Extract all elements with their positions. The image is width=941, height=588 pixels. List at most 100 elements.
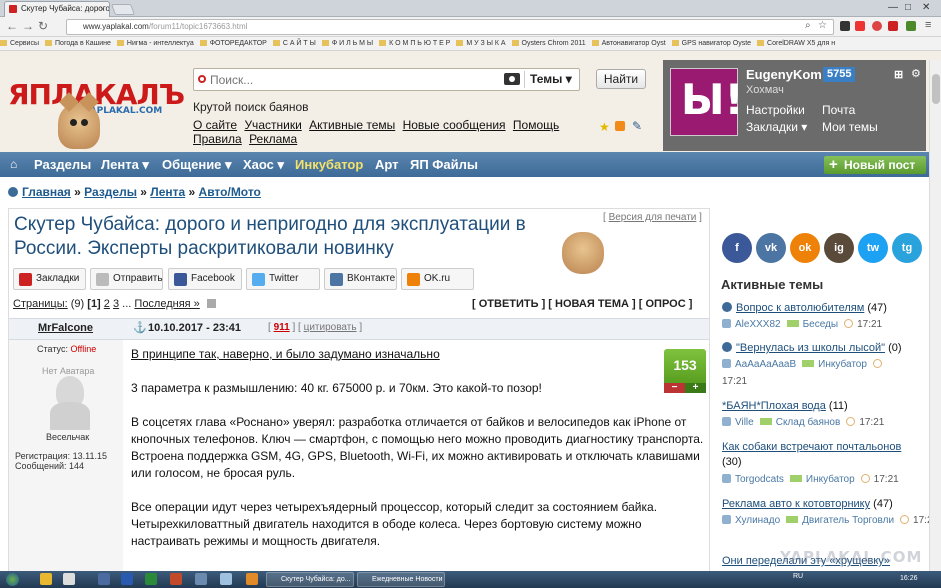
post-number-link[interactable]: 911 xyxy=(274,322,290,333)
topic-user[interactable]: Torgodcats xyxy=(735,474,784,485)
header-link-ads[interactable]: Реклама xyxy=(249,132,297,146)
back-icon[interactable]: ← xyxy=(6,18,18,34)
print-version[interactable]: [ Версия для печати ] xyxy=(603,212,702,223)
header-link-new-messages[interactable]: Новые сообщения xyxy=(403,118,506,132)
header-link-members[interactable]: Участники xyxy=(244,118,301,132)
tab-close-icon[interactable]: × xyxy=(100,2,105,16)
pages-label[interactable]: Страницы: xyxy=(13,298,68,310)
new-post-button[interactable]: Новый пост xyxy=(824,156,926,174)
nav-sections[interactable]: Разделы xyxy=(34,157,91,172)
camera-icon[interactable] xyxy=(504,73,520,85)
header-link-help[interactable]: Помощь xyxy=(513,118,559,132)
find-button[interactable]: Найти xyxy=(596,69,646,89)
home-icon[interactable]: ⌂ xyxy=(10,157,17,171)
extension-icon[interactable] xyxy=(855,21,865,31)
explorer-icon[interactable] xyxy=(40,573,52,585)
search-input[interactable] xyxy=(210,72,490,87)
search-scope-select[interactable]: Темы ▾ xyxy=(530,72,572,86)
extension-icon[interactable] xyxy=(888,21,898,31)
site-logo[interactable]: ЯПЛАКАЛЪ YAPLAKAL.COM xyxy=(8,78,185,116)
page-link[interactable]: 3 xyxy=(113,298,119,310)
bookmark-item[interactable]: ФОТОРЕДАКТОР xyxy=(199,37,267,50)
reload-icon[interactable]: ↻ xyxy=(38,18,48,34)
bookmark-item[interactable]: Нигма - интеллектуа xyxy=(116,37,194,50)
post-author[interactable]: MrFalcone xyxy=(38,322,93,334)
share-ok-button[interactable]: OK.ru xyxy=(401,268,474,290)
share-facebook-button[interactable]: Facebook xyxy=(168,268,242,290)
topic-section[interactable]: Склад баянов xyxy=(776,417,841,428)
topic-user[interactable]: AleXXX82 xyxy=(735,319,781,330)
topic-user[interactable]: AaAaAaAaaB xyxy=(735,359,796,370)
url-field[interactable]: www.yaplakal.com/forum11/topic1673663.ht… xyxy=(66,19,834,35)
start-button[interactable] xyxy=(2,571,24,588)
zoom-icon[interactable]: ⌕ xyxy=(805,20,811,31)
instagram-icon[interactable]: ig xyxy=(824,233,854,263)
word-icon[interactable] xyxy=(121,573,133,585)
bookmark-item[interactable]: М У З Ы К А xyxy=(456,37,506,50)
extension-icon[interactable] xyxy=(840,21,850,31)
topic-section[interactable]: Двигатель Торговли xyxy=(802,515,894,526)
ok-icon[interactable]: ok xyxy=(790,233,820,263)
nav-feed[interactable]: Лента ▾ xyxy=(101,157,149,173)
topic-actions[interactable]: [ ОТВЕТИТЬ ] [ НОВАЯ ТЕМА ] [ ОПРОС ] xyxy=(472,298,692,310)
app-icon[interactable] xyxy=(195,573,207,585)
active-topic-link[interactable]: Как собаки встречают почтальонов xyxy=(722,441,901,453)
topic-user[interactable]: Ville xyxy=(735,417,754,428)
anchor-icon[interactable]: ⚓ xyxy=(133,321,147,334)
print-link[interactable]: Версия для печати xyxy=(609,212,697,223)
header-link-about[interactable]: О сайте xyxy=(193,118,237,132)
user-link-my-topics[interactable]: Мои темы xyxy=(822,120,878,134)
share-twitter-button[interactable]: Twitter xyxy=(246,268,320,290)
share-vk-button[interactable]: ВКонтакте xyxy=(324,268,397,290)
share-send-button[interactable]: Отправить xyxy=(90,268,163,290)
nav-incubator[interactable]: Инкубатор xyxy=(295,157,363,172)
user-link-bookmarks[interactable]: Закладки ▾ xyxy=(746,120,807,134)
app-icon[interactable] xyxy=(98,573,110,585)
user-link-settings[interactable]: Настройки xyxy=(746,103,805,117)
telegram-icon[interactable]: tg xyxy=(892,233,922,263)
bookmark-item[interactable]: Oysters Chrom 2011 xyxy=(511,37,586,50)
vk-icon[interactable]: vk xyxy=(756,233,786,263)
nav-art[interactable]: Арт xyxy=(375,157,399,172)
nav-talk[interactable]: Общение ▾ xyxy=(162,157,232,173)
forward-icon[interactable]: → xyxy=(22,18,34,34)
crumb-feed[interactable]: Лента xyxy=(150,185,185,199)
bookmark-item[interactable]: Погода в Кашине xyxy=(45,37,111,50)
header-link-active-topics[interactable]: Активные темы xyxy=(309,118,395,132)
scrollbar-thumb[interactable] xyxy=(932,74,940,104)
active-topic-link[interactable]: Вопрос к автолюбителям xyxy=(736,302,864,314)
page-scrollbar[interactable] xyxy=(929,60,941,571)
minimize-icon[interactable]: — xyxy=(888,0,898,16)
active-topic-link[interactable]: "Вернулась из школы лысой" xyxy=(736,342,885,354)
star-icon[interactable]: ★ xyxy=(599,120,610,134)
bookmark-item[interactable]: CorelDRAW X5 для н xyxy=(757,37,835,50)
bookmark-item[interactable]: GPS навигатор Oyste xyxy=(671,37,751,50)
gear-icon[interactable]: ⚙ xyxy=(911,67,921,80)
topic-section[interactable]: Инкубатор xyxy=(806,474,855,485)
header-link-rules[interactable]: Правила xyxy=(193,132,242,146)
bookmark-item[interactable]: С А Й Т Ы xyxy=(272,37,316,50)
facebook-icon[interactable]: f xyxy=(722,233,752,263)
browser-tab[interactable]: Скутер Чубайса: дорого × xyxy=(4,1,110,17)
taskbar-window-browser[interactable]: Скутер Чубайса: до... xyxy=(266,572,354,587)
system-clock[interactable]: 16:26 xyxy=(900,572,918,586)
twitter-icon[interactable]: tw xyxy=(858,233,888,263)
powerpoint-icon[interactable] xyxy=(170,573,182,585)
crumb-auto[interactable]: Авто/Мото xyxy=(199,185,261,199)
bookmark-item[interactable]: Ф И Л Ь М Ы xyxy=(321,37,373,50)
new-tab-button[interactable] xyxy=(110,4,136,15)
nav-chaos[interactable]: Хаос ▾ xyxy=(243,157,284,173)
bookmark-item[interactable]: К О М П Ь Ю Т Е Р xyxy=(379,37,450,50)
maximize-icon[interactable]: □ xyxy=(905,0,911,16)
active-topic-link[interactable]: Реклама авто к котовторнику xyxy=(722,498,870,510)
nav-files[interactable]: ЯП Файлы xyxy=(410,157,478,172)
app-icon[interactable] xyxy=(220,573,232,585)
crumb-sections[interactable]: Разделы xyxy=(84,185,137,199)
crumb-home[interactable]: Главная xyxy=(22,185,71,199)
page-last[interactable]: Последняя » xyxy=(134,298,199,310)
post-paragraph[interactable]: В принципе так, наверно, и было задумано… xyxy=(131,346,711,363)
topic-user[interactable]: Хулинадо xyxy=(735,515,780,526)
quote-link[interactable]: цитировать xyxy=(304,322,357,333)
active-topic-link[interactable]: *БАЯН*Плохая вода xyxy=(722,400,826,412)
user-avatar[interactable]: Ы! xyxy=(670,68,744,136)
